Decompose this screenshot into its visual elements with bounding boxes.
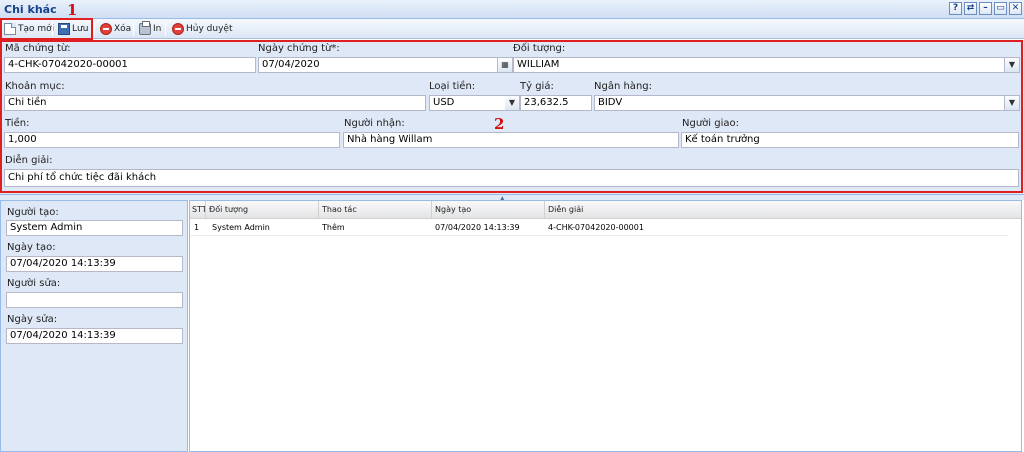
refresh-icon[interactable]: ⇄ bbox=[964, 2, 977, 15]
cell-created-at: 07/04/2020 14:13:39 bbox=[435, 223, 520, 232]
highlight-box-form bbox=[0, 40, 1023, 193]
minimize-icon[interactable]: – bbox=[979, 2, 992, 15]
delete-button[interactable]: Xóa bbox=[100, 21, 131, 37]
unapprove-button[interactable]: Hủy duyệt bbox=[172, 21, 232, 37]
toolbar: Tạo mới Lưu Xóa In Hủy duyệt bbox=[0, 19, 1024, 39]
window-title: Chi khác bbox=[4, 3, 57, 16]
annotation-one: 1 bbox=[67, 1, 78, 19]
column-header-description[interactable]: Diễn giải bbox=[545, 201, 1021, 219]
column-header-action[interactable]: Thao tác bbox=[319, 201, 432, 219]
created-by-label: Người tạo: bbox=[7, 207, 59, 218]
modified-by-label: Người sửa: bbox=[7, 278, 61, 289]
grid-header: STT Đối tượng Thao tác Ngày tạo Diễn giả… bbox=[190, 201, 1021, 219]
print-button[interactable]: In bbox=[139, 21, 161, 37]
toolbar-separator bbox=[94, 22, 95, 36]
highlight-box-toolbar bbox=[0, 18, 93, 40]
restore-icon[interactable]: ▭ bbox=[994, 2, 1007, 15]
window-titlebar: Chi khác ? ⇄ – ▭ ✕ bbox=[0, 0, 1024, 19]
print-button-label: In bbox=[153, 24, 162, 34]
toolbar-separator bbox=[165, 22, 166, 36]
column-header-index[interactable]: STT bbox=[190, 201, 206, 219]
window-controls: ? ⇄ – ▭ ✕ bbox=[949, 2, 1022, 15]
close-icon[interactable]: ✕ bbox=[1009, 2, 1022, 15]
modified-by-field[interactable] bbox=[6, 292, 183, 308]
help-icon[interactable]: ? bbox=[949, 2, 962, 15]
history-grid: STT Đối tượng Thao tác Ngày tạo Diễn giả… bbox=[189, 200, 1022, 452]
unapprove-button-label: Hủy duyệt bbox=[186, 24, 233, 34]
delete-icon bbox=[100, 23, 112, 35]
cell-description: 4-CHK-07042020-00001 bbox=[548, 223, 644, 232]
cell-partner: System Admin bbox=[212, 223, 270, 232]
modified-at-field[interactable]: 07/04/2020 14:13:39 bbox=[6, 328, 183, 344]
cancel-approval-icon bbox=[172, 23, 184, 35]
cell-index: 1 bbox=[194, 223, 200, 232]
toolbar-separator bbox=[133, 22, 134, 36]
created-by-field[interactable]: System Admin bbox=[6, 220, 183, 236]
column-header-partner[interactable]: Đối tượng bbox=[206, 201, 319, 219]
printer-icon bbox=[139, 21, 151, 35]
table-row[interactable]: 1 System Admin Thêm 07/04/2020 14:13:39 … bbox=[190, 219, 1008, 236]
delete-button-label: Xóa bbox=[114, 24, 132, 34]
audit-info-panel: Người tạo: System Admin Ngày tạo: 07/04/… bbox=[0, 200, 188, 452]
column-header-created-at[interactable]: Ngày tạo bbox=[432, 201, 545, 219]
cell-action: Thêm bbox=[322, 223, 345, 232]
created-at-field[interactable]: 07/04/2020 14:13:39 bbox=[6, 256, 183, 272]
modified-at-label: Ngày sửa: bbox=[7, 314, 58, 325]
annotation-two: 2 bbox=[494, 115, 505, 133]
created-at-label: Ngày tạo: bbox=[7, 242, 56, 253]
